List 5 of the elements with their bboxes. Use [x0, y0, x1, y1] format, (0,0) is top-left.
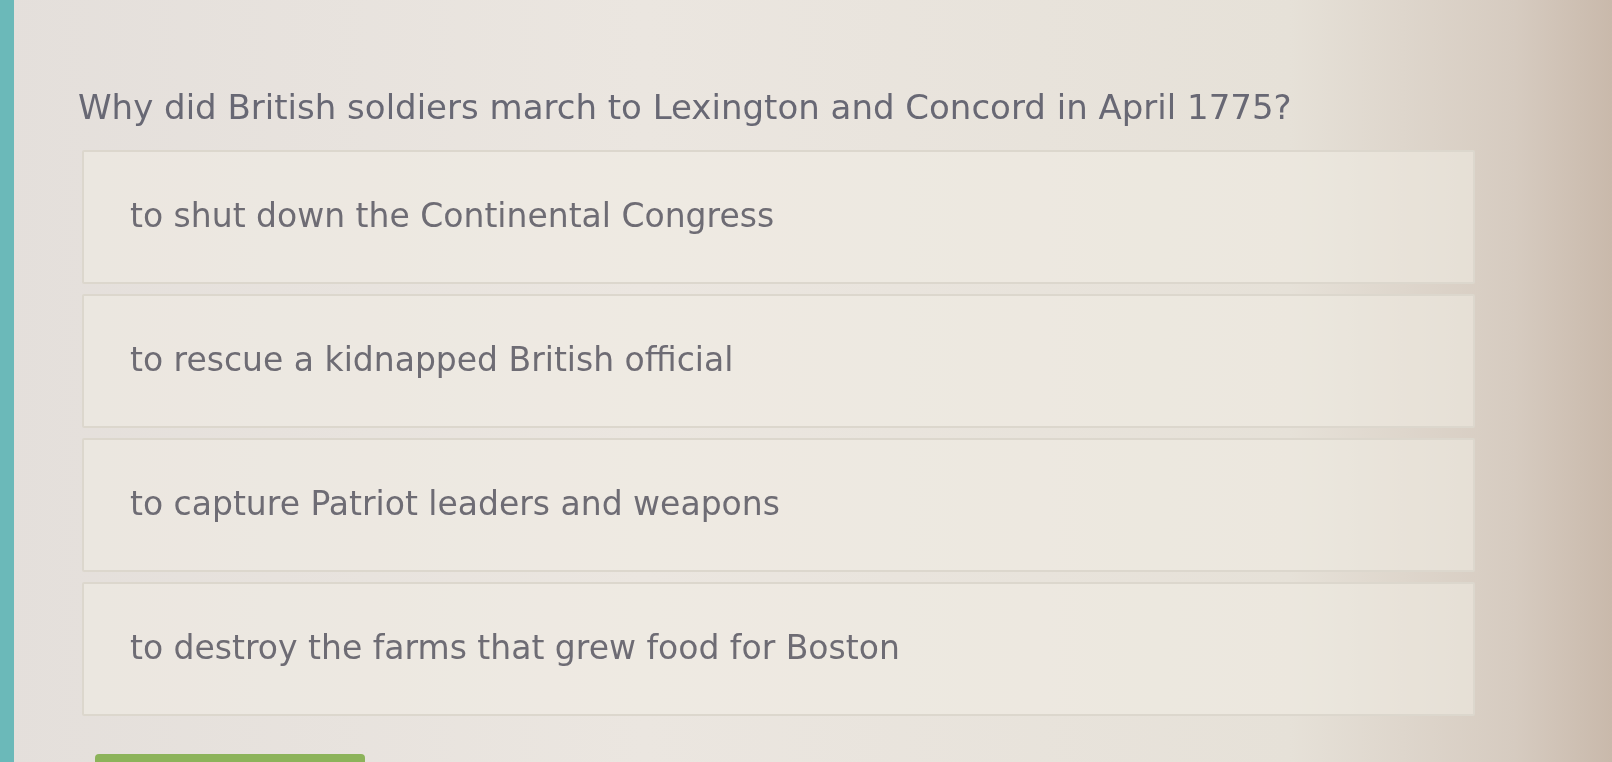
answer-option[interactable]: to capture Patriot leaders and weapons	[82, 438, 1475, 572]
answer-option[interactable]: to shut down the Continental Congress	[82, 150, 1475, 284]
question-text: Why did British soldiers march to Lexington and Concord in April 1775?	[78, 86, 1292, 128]
answer-option[interactable]: to destroy the farms that grew food for Boston	[82, 582, 1475, 716]
answer-option[interactable]: to rescue a kidnapped British official	[82, 294, 1475, 428]
